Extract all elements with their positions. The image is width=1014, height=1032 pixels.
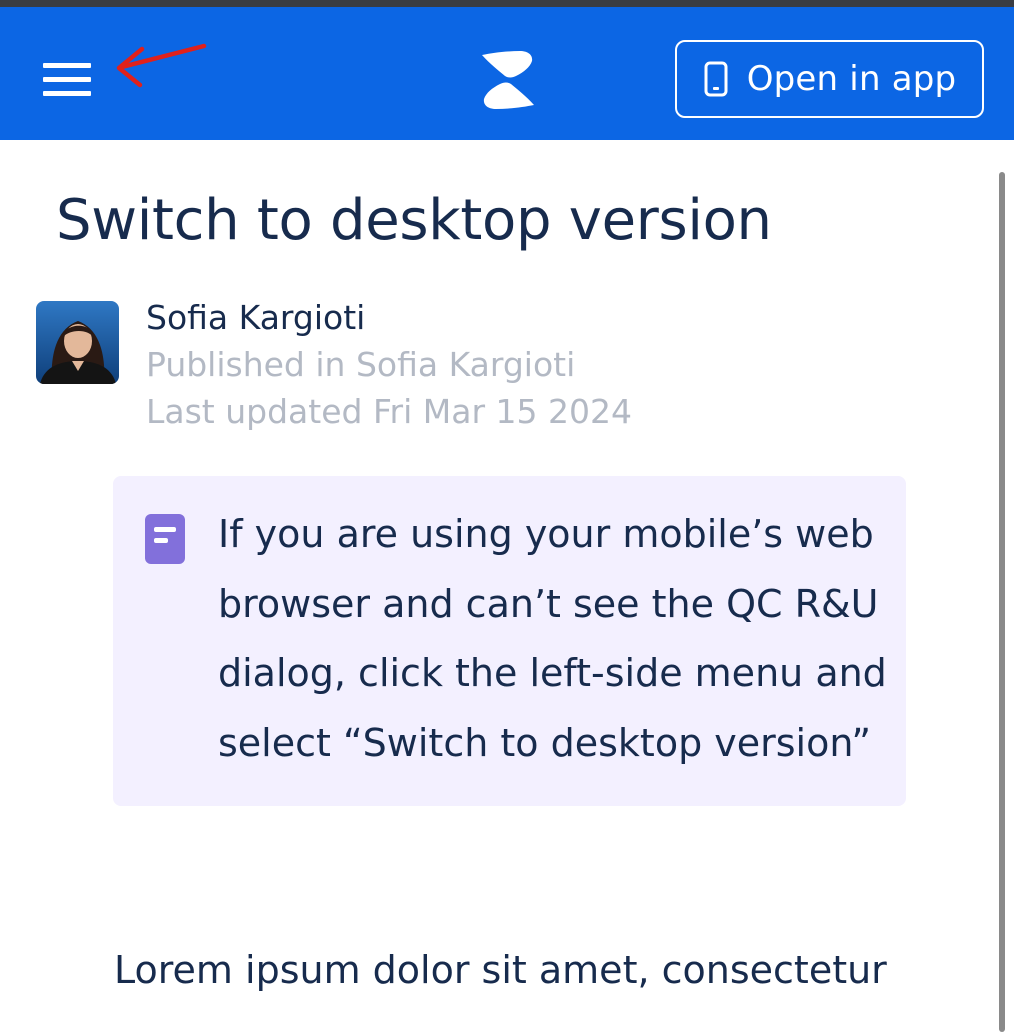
author-name[interactable]: Sofia Kargioti (146, 298, 365, 337)
note-panel-text: If you are using your mobile’s web brows… (218, 512, 887, 765)
app-header: Open in app (0, 7, 1014, 140)
note-panel: If you are using your mobile’s web brows… (113, 476, 906, 806)
published-in-text: Published in Sofia Kargioti (146, 345, 576, 384)
status-strip (0, 0, 1014, 7)
note-icon (145, 514, 185, 564)
page-title: Switch to desktop version (56, 188, 772, 253)
user-avatar[interactable] (36, 301, 119, 384)
body-paragraph: Lorem ipsum dolor sit amet, consectetur (114, 948, 887, 992)
scrollbar[interactable] (999, 172, 1005, 1032)
last-updated-text: Last updated Fri Mar 15 2024 (146, 392, 632, 431)
open-in-app-button[interactable]: Open in app (675, 40, 984, 118)
confluence-logo-icon (482, 51, 534, 109)
mobile-phone-icon (704, 61, 728, 97)
red-arrow-annotation (116, 43, 207, 88)
hamburger-menu-icon[interactable] (40, 59, 94, 99)
open-in-app-label: Open in app (746, 59, 957, 99)
